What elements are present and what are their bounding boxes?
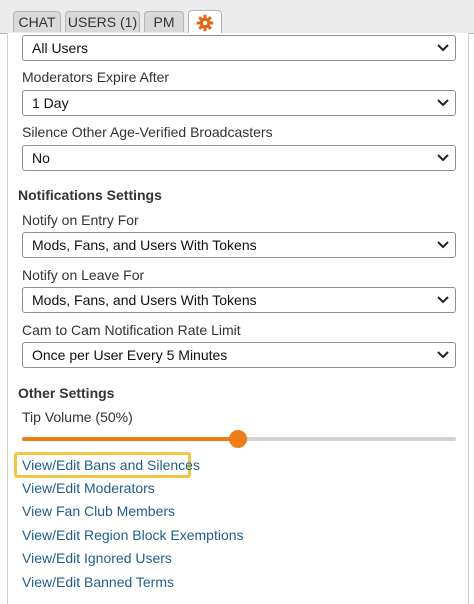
- user-filter-select[interactable]: All Users: [22, 35, 456, 61]
- tab-users[interactable]: USERS (1): [65, 11, 140, 32]
- link-banned-terms[interactable]: View/Edit Banned Terms: [22, 574, 174, 590]
- chevron-down-icon: [437, 241, 449, 249]
- notify-leave-label: Notify on Leave For: [22, 267, 145, 283]
- notify-leave-select[interactable]: Mods, Fans, and Users With Tokens: [22, 287, 456, 313]
- slider-thumb[interactable]: [229, 430, 247, 448]
- link-ignored-users[interactable]: View/Edit Ignored Users: [22, 550, 172, 566]
- tip-volume-label: Tip Volume (50%): [22, 409, 133, 425]
- link-moderators[interactable]: View/Edit Moderators: [22, 480, 155, 496]
- other-section-title: Other Settings: [18, 385, 115, 401]
- chevron-down-icon: [437, 154, 449, 162]
- cam-rate-label: Cam to Cam Notification Rate Limit: [22, 322, 241, 338]
- notify-entry-select[interactable]: Mods, Fans, and Users With Tokens: [22, 232, 456, 258]
- link-region-block[interactable]: View/Edit Region Block Exemptions: [22, 527, 244, 543]
- chevron-down-icon: [437, 351, 449, 359]
- chevron-down-icon: [437, 99, 449, 107]
- select-value: 1 Day: [32, 95, 69, 111]
- select-value: No: [32, 150, 50, 166]
- select-value: All Users: [32, 40, 89, 56]
- link-fan-club[interactable]: View Fan Club Members: [22, 503, 175, 519]
- select-value: Once per User Every 5 Minutes: [32, 347, 228, 363]
- notify-entry-label: Notify on Entry For: [22, 212, 139, 228]
- tab-bar: CHAT USERS (1) PM: [0, 0, 474, 34]
- tab-chat[interactable]: CHAT: [13, 11, 61, 32]
- moderators-expire-label: Moderators Expire After: [22, 69, 170, 85]
- silence-age-verified-select[interactable]: No: [22, 145, 456, 171]
- link-bans-silences[interactable]: View/Edit Bans and Silences: [22, 457, 200, 473]
- tab-pm[interactable]: PM: [144, 11, 184, 32]
- slider-fill: [22, 437, 238, 441]
- silence-age-verified-label: Silence Other Age-Verified Broadcasters: [22, 124, 273, 140]
- cam-rate-select[interactable]: Once per User Every 5 Minutes: [22, 342, 456, 368]
- chevron-down-icon: [437, 296, 449, 304]
- gear-icon: [196, 14, 214, 32]
- select-value: Mods, Fans, and Users With Tokens: [32, 237, 257, 253]
- chevron-down-icon: [437, 44, 449, 52]
- moderators-expire-select[interactable]: 1 Day: [22, 90, 456, 116]
- slider-track: [238, 437, 456, 441]
- notifications-section-title: Notifications Settings: [18, 187, 162, 203]
- select-value: Mods, Fans, and Users With Tokens: [32, 292, 257, 308]
- tab-settings[interactable]: [188, 10, 222, 34]
